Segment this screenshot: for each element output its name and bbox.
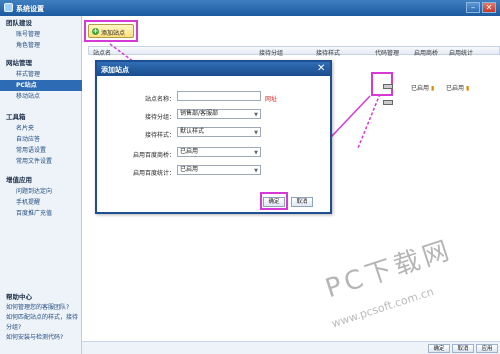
sidebar: 团队建设 账号管理 角色管理 网站管理 样式管理 PC站点 移动站点 工具箱 名… <box>0 16 82 354</box>
sidebar-section-site: 网站管理 样式管理 PC站点 移动站点 <box>0 58 82 102</box>
style-select[interactable]: 默认样式 ▼ <box>177 127 261 137</box>
sidebar-item-roles[interactable]: 角色管理 <box>0 40 82 51</box>
add-site-button[interactable]: + 添加站点 <box>88 24 134 38</box>
table-row: 已启用 ▮ <box>446 85 470 92</box>
sidebar-section-title: 团队建设 <box>6 19 32 27</box>
sidebar-item-phrases[interactable]: 常用语设置 <box>0 145 82 156</box>
stats-label: 启用百度统计： <box>132 170 175 177</box>
help-link-team[interactable]: 如何管理您的客服团队? <box>0 303 82 313</box>
sidebar-section-title: 网站管理 <box>6 59 32 67</box>
table-header: 站点名 接待分组 接待样式 代码管理 启用商桥 启用统计 <box>88 46 500 57</box>
sidebar-item-routing[interactable]: 问题到达定向 <box>0 186 82 197</box>
sidebar-item-mobile-alert[interactable]: 手机提醒 <box>0 197 82 208</box>
style-label: 接待样式： <box>144 132 175 139</box>
sidebar-item-cards[interactable]: 名片夹 <box>0 123 82 134</box>
bridge-select[interactable]: 已启用 ▼ <box>177 147 261 157</box>
bridge-status: 已启用 <box>411 85 430 92</box>
sidebar-section-title: 工具箱 <box>6 113 26 121</box>
close-icon[interactable]: ✕ <box>317 63 325 75</box>
cancel-button[interactable]: 取消 <box>452 344 474 353</box>
bridge-value: 已启用 <box>180 148 199 155</box>
close-window-button[interactable]: ✕ <box>482 2 496 13</box>
sidebar-item-auto-reply[interactable]: 自动应答 <box>0 134 82 145</box>
chevron-down-icon: ▼ <box>254 112 258 118</box>
stats-select[interactable]: 已启用 ▼ <box>177 165 261 175</box>
group-label: 接待分组： <box>144 114 175 121</box>
sidebar-section-tools: 工具箱 名片夹 自动应答 常用语设置 常用文件设置 <box>0 112 82 167</box>
chevron-down-icon: ▼ <box>254 130 258 136</box>
group-value: 销售部/客服部 <box>180 110 219 117</box>
app-icon <box>4 3 13 12</box>
sidebar-item-mobile-site[interactable]: 移动站点 <box>0 91 82 102</box>
chevron-down-icon: ▼ <box>254 150 258 156</box>
column-header: 接待分组 <box>259 50 284 57</box>
group-select[interactable]: 销售部/客服部 ▼ <box>177 109 261 119</box>
code-manage-icon[interactable] <box>383 100 393 105</box>
dialog-ok-button[interactable]: 确定 <box>263 197 285 207</box>
stats-value: 已启用 <box>180 166 199 173</box>
dialog-title: 添加站点 <box>101 66 129 74</box>
sidebar-item-files[interactable]: 常用文件设置 <box>0 156 82 167</box>
dialog-cancel-button[interactable]: 取消 <box>291 197 313 207</box>
plus-icon: + <box>92 27 99 35</box>
sidebar-section-apps: 增值应用 问题到达定向 手机提醒 百度推广充值 <box>0 175 82 219</box>
apply-button[interactable]: 应用 <box>476 344 498 353</box>
bridge-label: 启用百度商桥： <box>132 152 175 159</box>
window-title: 系统设置 <box>16 5 44 13</box>
site-name-label: 站点名称： <box>144 96 175 103</box>
column-header: 启用商桥 <box>414 50 439 57</box>
stats-status: 已启用 <box>446 85 465 92</box>
help-link-code[interactable]: 如何安装与检测代码? <box>0 333 82 343</box>
style-value: 默认样式 <box>180 128 205 135</box>
column-header: 代码管理 <box>375 50 400 57</box>
column-header: 站点名 <box>93 50 112 57</box>
table-row: 已启用 ▮ <box>411 85 435 92</box>
sidebar-section-team: 团队建设 账号管理 角色管理 <box>0 18 82 51</box>
add-site-dialog: 添加站点 ✕ 站点名称： 网址 接待分组： 销售部/客服部 ▼ 接待样式： 默认… <box>95 60 332 214</box>
chevron-down-icon: ▼ <box>254 168 258 174</box>
site-name-input[interactable] <box>177 91 261 101</box>
code-manage-icon[interactable] <box>383 84 393 89</box>
help-link-style[interactable]: 如何匹配站点的样式，接待分组? <box>0 313 82 333</box>
sidebar-section-title: 增值应用 <box>6 176 32 184</box>
sidebar-item-styles[interactable]: 样式管理 <box>0 69 82 80</box>
add-site-label: 添加站点 <box>101 30 126 37</box>
bottom-bar: 确定 取消 应用 <box>82 341 500 354</box>
confirm-button[interactable]: 确定 <box>428 344 450 353</box>
dialog-titlebar: 添加站点 ✕ <box>97 62 330 76</box>
column-header: 接待样式 <box>316 50 341 57</box>
window-titlebar: 系统设置 – ✕ <box>0 0 500 16</box>
url-hint: 网址 <box>265 96 278 103</box>
sidebar-item-pc-site[interactable]: PC站点 <box>0 80 82 91</box>
help-center: 帮助中心 如何管理您的客服团队? 如何匹配站点的样式，接待分组? 如何安装与检测… <box>0 292 82 343</box>
sidebar-item-accounts[interactable]: 账号管理 <box>0 29 82 40</box>
column-header: 启用统计 <box>449 50 474 57</box>
minimize-button[interactable]: – <box>466 2 480 13</box>
help-center-title: 帮助中心 <box>6 293 32 301</box>
sidebar-item-recharge[interactable]: 百度推广充值 <box>0 208 82 219</box>
